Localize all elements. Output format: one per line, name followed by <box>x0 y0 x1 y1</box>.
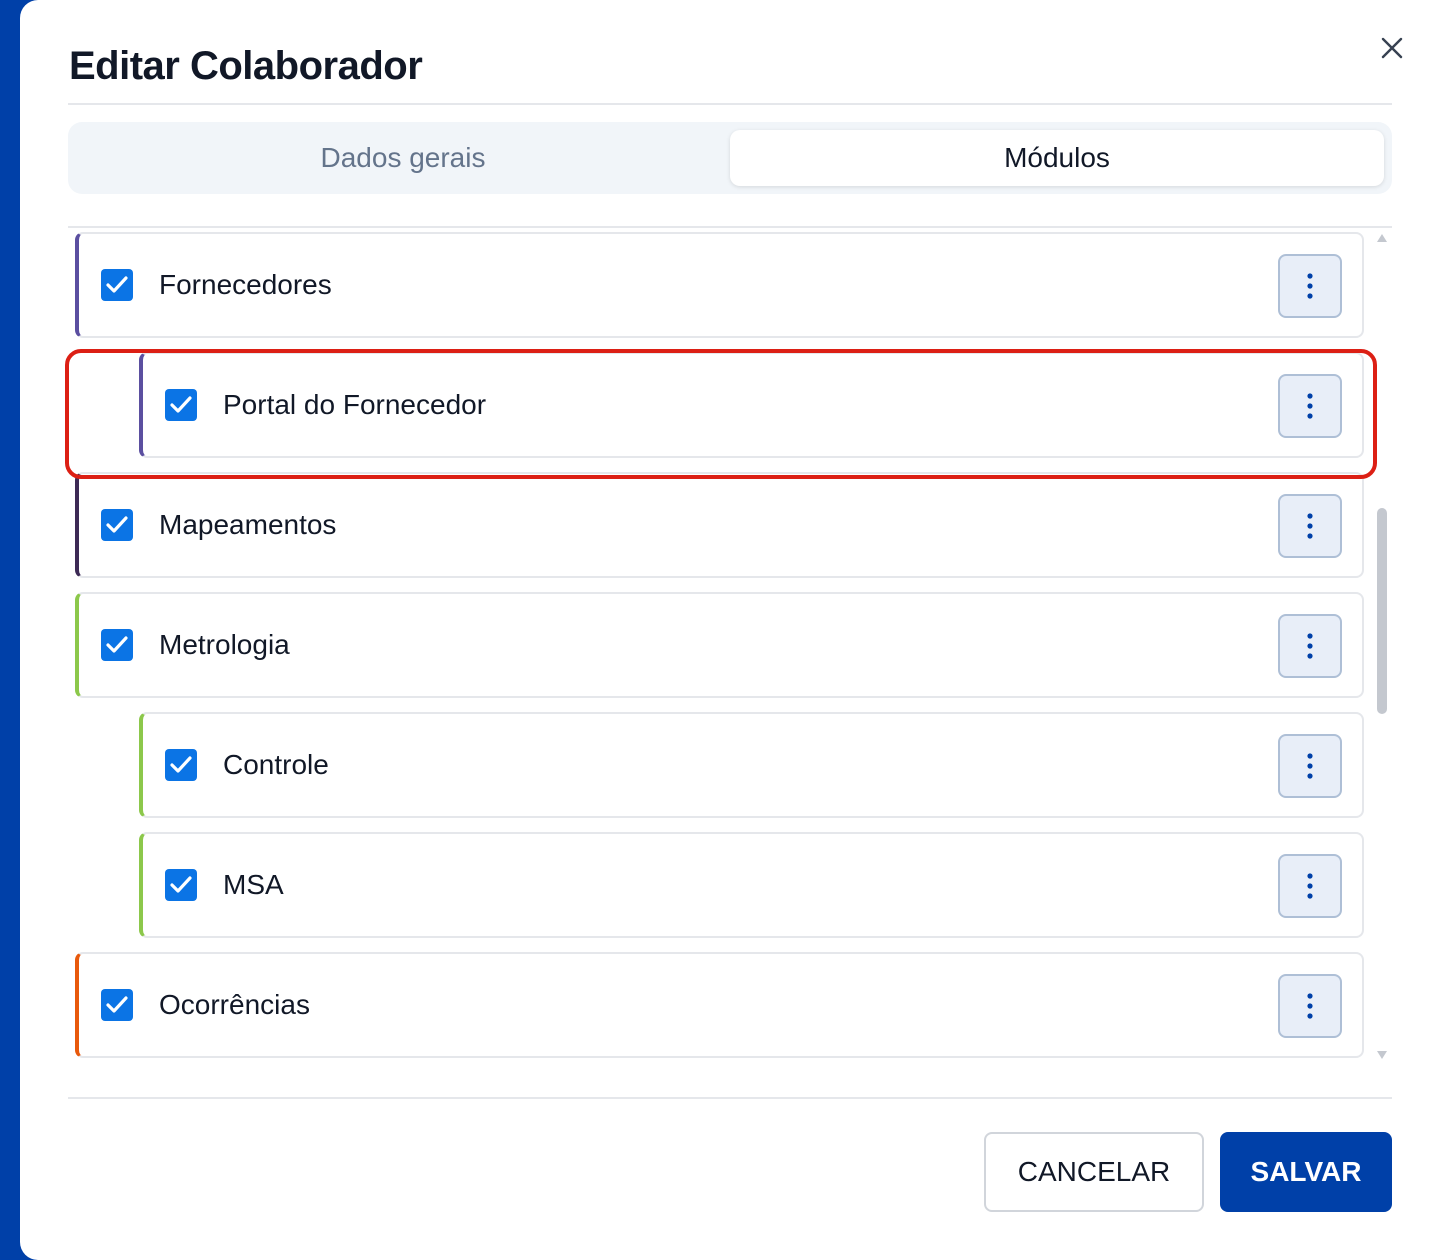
module-row: Controle <box>139 712 1364 818</box>
dialog-title: Editar Colaborador <box>69 44 423 88</box>
module-label: Metrologia <box>159 629 290 660</box>
check-icon <box>106 996 128 1013</box>
module-label: MSA <box>223 869 284 900</box>
close-icon <box>1381 37 1403 59</box>
check-icon <box>170 876 192 893</box>
module-menu-button[interactable] <box>1278 614 1342 678</box>
module-menu-button[interactable] <box>1278 374 1342 438</box>
module-row: Metrologia <box>75 592 1364 698</box>
footer-divider <box>68 1097 1392 1099</box>
module-label: Portal do Fornecedor <box>223 389 487 420</box>
module-list: Fornecedores Portal do Fornecedor Mapeamen… <box>20 232 1440 1062</box>
module-row: Mapeamentos <box>75 472 1364 578</box>
module-checkbox[interactable] <box>165 869 197 901</box>
more-vertical-icon <box>1307 393 1313 419</box>
scrollbar-thumb[interactable] <box>1377 508 1387 714</box>
check-icon <box>170 396 192 413</box>
module-label: Ocorrências <box>159 989 310 1020</box>
module-menu-button[interactable] <box>1278 974 1342 1038</box>
more-vertical-icon <box>1307 993 1313 1019</box>
edit-employee-dialog: Editar Colaborador Dados gerais Módulos … <box>20 0 1440 1260</box>
module-menu-button[interactable] <box>1278 254 1342 318</box>
module-row: Ocorrências <box>75 952 1364 1058</box>
more-vertical-icon <box>1307 633 1313 659</box>
header-divider <box>68 103 1392 105</box>
check-icon <box>106 636 128 653</box>
scroll-up-icon[interactable] <box>1376 233 1388 243</box>
module-row: MSA <box>139 832 1364 938</box>
module-checkbox[interactable] <box>101 989 133 1021</box>
more-vertical-icon <box>1307 513 1313 539</box>
module-checkbox[interactable] <box>165 749 197 781</box>
list-top-divider <box>68 226 1392 228</box>
check-icon <box>170 756 192 773</box>
module-menu-button[interactable] <box>1278 854 1342 918</box>
close-button[interactable] <box>1374 30 1410 66</box>
tab-modulos[interactable]: Módulos <box>730 130 1384 186</box>
module-checkbox[interactable] <box>101 509 133 541</box>
module-checkbox[interactable] <box>101 269 133 301</box>
check-icon <box>106 516 128 533</box>
save-button[interactable]: SALVAR <box>1220 1132 1392 1212</box>
module-checkbox[interactable] <box>165 389 197 421</box>
more-vertical-icon <box>1307 873 1313 899</box>
module-label: Mapeamentos <box>159 509 337 540</box>
more-vertical-icon <box>1307 273 1313 299</box>
tab-bar: Dados gerais Módulos <box>68 122 1392 194</box>
more-vertical-icon <box>1307 753 1313 779</box>
cancel-button[interactable]: CANCELAR <box>984 1132 1204 1212</box>
module-row: Fornecedores <box>75 232 1364 338</box>
tab-dados-gerais[interactable]: Dados gerais <box>76 130 730 186</box>
check-icon <box>106 276 128 293</box>
module-label: Fornecedores <box>159 269 332 300</box>
module-row: Portal do Fornecedor <box>139 352 1364 458</box>
module-checkbox[interactable] <box>101 629 133 661</box>
module-menu-button[interactable] <box>1278 734 1342 798</box>
module-menu-button[interactable] <box>1278 494 1342 558</box>
scroll-down-icon[interactable] <box>1376 1050 1388 1060</box>
module-label: Controle <box>223 749 329 780</box>
